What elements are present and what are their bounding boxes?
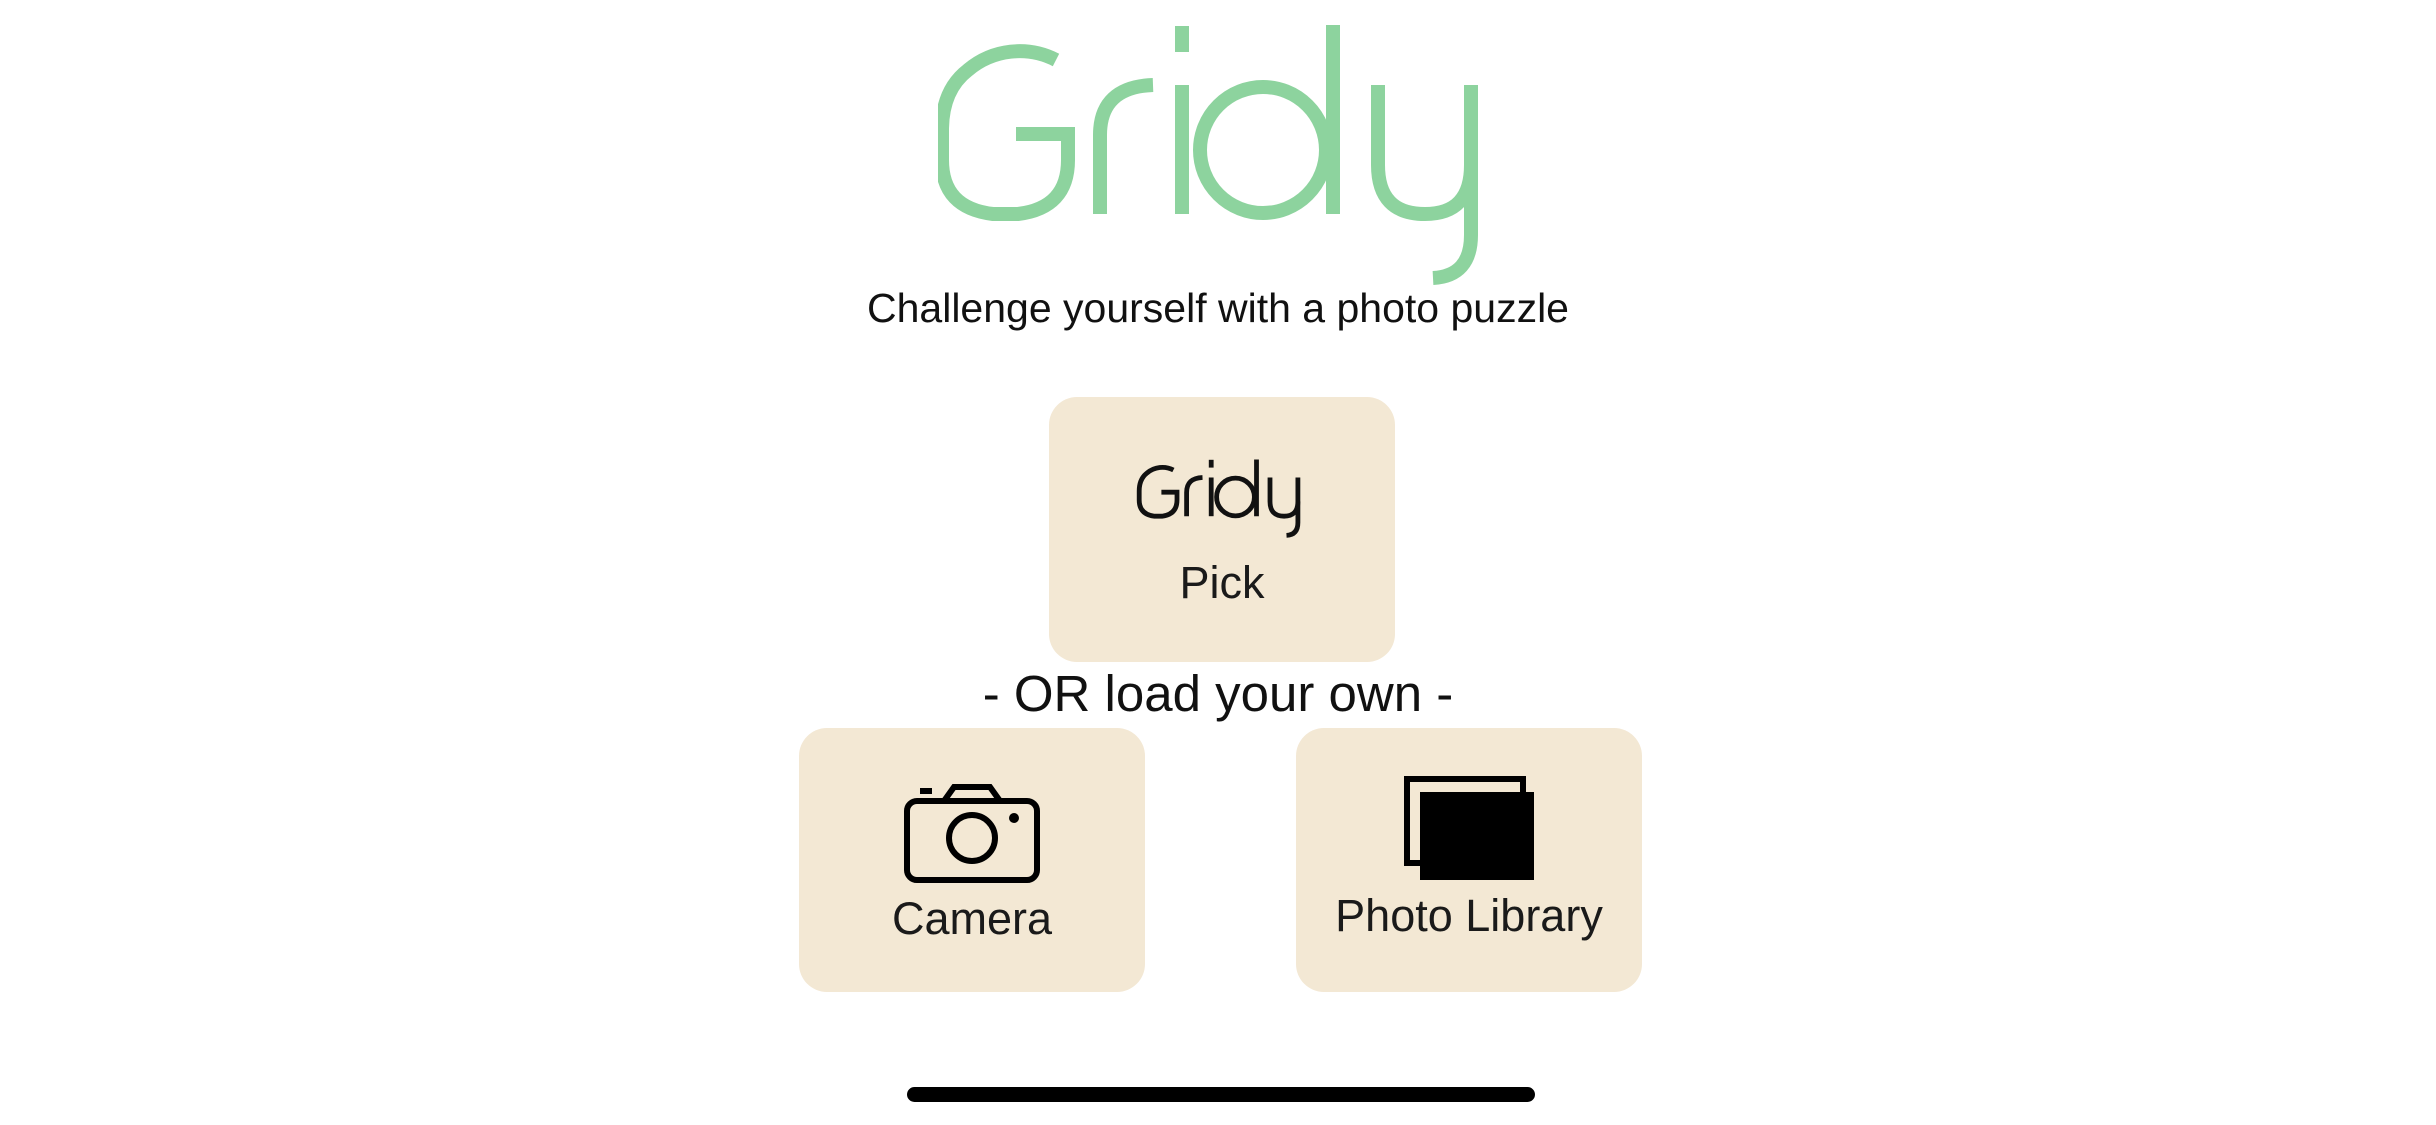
photo-library-icon bbox=[1404, 776, 1534, 880]
gridy-logo-graphic bbox=[938, 25, 1478, 285]
home-indicator[interactable] bbox=[907, 1087, 1535, 1102]
app-subtitle: Challenge yourself with a photo puzzle bbox=[867, 285, 1569, 331]
photo-library-label: Photo Library bbox=[1335, 890, 1603, 941]
or-divider-text: - OR load your own - bbox=[982, 665, 1454, 722]
photo-library-button[interactable]: Photo Library bbox=[1296, 728, 1642, 992]
camera-label: Camera bbox=[891, 893, 1053, 944]
camera-icon bbox=[904, 784, 1040, 883]
pick-label: Pick bbox=[1179, 557, 1265, 608]
app-logo bbox=[0, 0, 2436, 300]
gridy-pick-button[interactable]: Pick bbox=[1049, 397, 1395, 662]
camera-button[interactable]: Camera bbox=[799, 728, 1145, 992]
gridy-mini-logo bbox=[1136, 459, 1301, 538]
